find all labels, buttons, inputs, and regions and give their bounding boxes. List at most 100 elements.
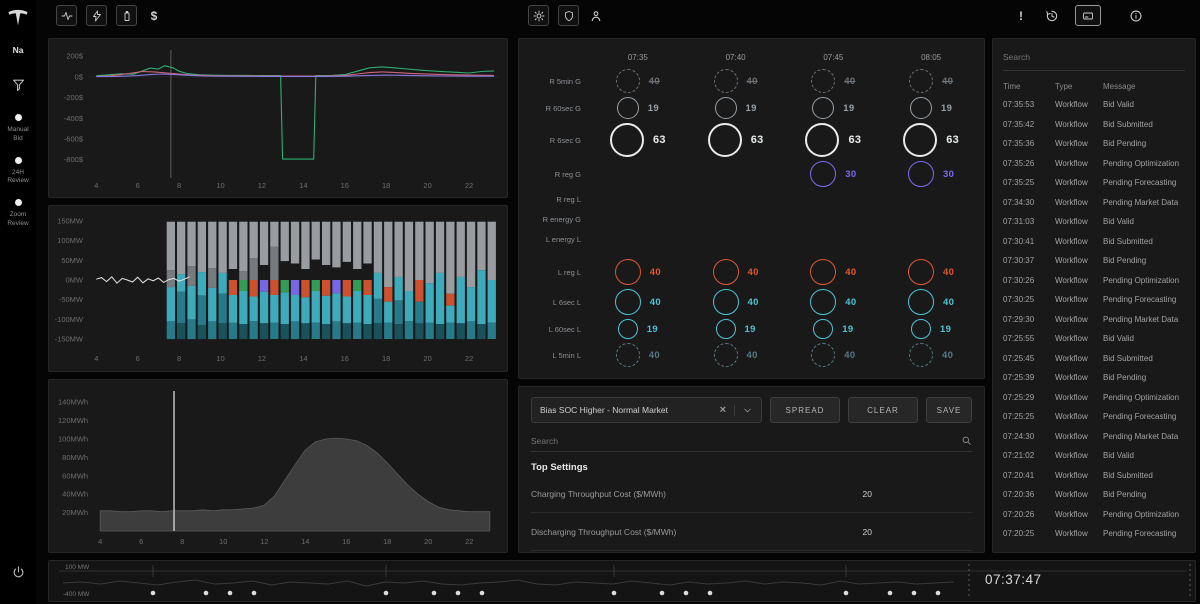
log-row[interactable]: 07:35:26WorkflowPending Optimization <box>1003 154 1185 174</box>
bid-circle-cell[interactable]: 19 <box>785 319 883 339</box>
bid-circle-cell[interactable]: 19 <box>882 319 980 339</box>
bid-circle-cell[interactable]: 40 <box>882 259 980 285</box>
log-row[interactable]: 07:30:25WorkflowPending Forecasting <box>1003 290 1185 310</box>
bid-circle-cell[interactable]: 40 <box>589 343 687 367</box>
setting-value[interactable]: 20 <box>863 489 972 499</box>
svg-text:-200$: -200$ <box>64 93 84 102</box>
soc-chart[interactable]: 140MWh120MWh100MWh80MWh60MWh40MWh20MWh46… <box>52 383 504 549</box>
bid-circle-cell[interactable]: 40 <box>589 289 687 315</box>
bid-circle-cell[interactable]: 63 <box>785 123 883 157</box>
log-row[interactable]: 07:24:30WorkflowPending Market Data <box>1003 427 1185 447</box>
power-icon[interactable] <box>11 565 26 580</box>
log-row[interactable]: 07:35:53WorkflowBid Valid <box>1003 95 1185 115</box>
log-row[interactable]: 07:31:03WorkflowBid Valid <box>1003 212 1185 232</box>
bid-circle-cell[interactable]: 63 <box>882 123 980 157</box>
log-row[interactable]: 07:29:30WorkflowPending Market Data <box>1003 310 1185 330</box>
tesla-logo-icon[interactable] <box>7 6 29 33</box>
mode-radio-manual-bid[interactable]: Manual Bid <box>2 114 34 144</box>
bid-circle-cell[interactable]: 19 <box>785 97 883 119</box>
dollar-icon-button[interactable]: $ <box>146 5 162 26</box>
bid-circle-cell[interactable]: 40 <box>785 343 883 367</box>
user-icon-button[interactable] <box>588 5 604 26</box>
filter-icon[interactable] <box>11 77 26 92</box>
bid-circle-cell[interactable]: 19 <box>589 319 687 339</box>
svg-text:8: 8 <box>177 181 181 190</box>
log-row[interactable]: 07:30:37WorkflowBid Pending <box>1003 251 1185 271</box>
bid-circle-cell[interactable]: 19 <box>687 97 785 119</box>
bid-circle-cell[interactable]: 40 <box>882 343 980 367</box>
timeline-panel[interactable]: 100 MW -400 MW 07:37:47 <box>48 560 1196 602</box>
log-column-header[interactable]: Type <box>1055 82 1103 91</box>
log-row[interactable]: 07:30:26WorkflowPending Optimization <box>1003 271 1185 291</box>
settings-search-input[interactable] <box>531 436 961 446</box>
bid-circle-cell[interactable]: 40 <box>785 259 883 285</box>
radio-dot-icon[interactable] <box>15 157 22 164</box>
power-chart-panel: 150MW100MW50MW0MW-50MW-100MW-150MW468101… <box>48 205 508 372</box>
spread-button[interactable]: SPREAD <box>770 397 840 423</box>
clear-button[interactable]: CLEAR <box>848 397 918 423</box>
log-row[interactable]: 07:21:02WorkflowBid Valid <box>1003 446 1185 466</box>
bid-circle-cell[interactable]: 40 <box>687 69 785 93</box>
preset-dropdown[interactable]: Bias SOC Higher - Normal Market × <box>531 397 762 423</box>
clear-preset-icon[interactable]: × <box>720 404 726 416</box>
log-row[interactable]: 07:20:36WorkflowBid Pending <box>1003 485 1185 505</box>
setting-row[interactable]: Charging Throughput Cost ($/MWh)20 <box>531 475 972 513</box>
log-row[interactable]: 07:25:39WorkflowBid Pending <box>1003 368 1185 388</box>
log-row[interactable]: 07:30:41WorkflowBid Submitted <box>1003 232 1185 252</box>
shield-icon-button[interactable] <box>558 5 579 26</box>
bid-row: L 6sec L40404040 <box>527 287 980 317</box>
setting-row[interactable]: Discharging Throughput Cost ($/MWh)20 <box>531 513 972 551</box>
log-row[interactable]: 07:20:26WorkflowPending Optimization <box>1003 505 1185 525</box>
bid-circle-cell[interactable]: 19 <box>687 319 785 339</box>
alert-icon-button[interactable]: ! <box>1013 5 1029 26</box>
log-row[interactable]: 07:25:55WorkflowBid Valid <box>1003 329 1185 349</box>
setting-value[interactable]: 20 <box>863 527 972 537</box>
log-row[interactable]: 07:25:25WorkflowPending Forecasting <box>1003 407 1185 427</box>
bid-circle-cell[interactable]: 40 <box>785 289 883 315</box>
price-chart[interactable]: 200$0$-200$-400$-600$-800$46810121416182… <box>52 42 504 194</box>
bid-circle-cell[interactable]: 40 <box>882 69 980 93</box>
log-search-input[interactable] <box>1003 52 1114 62</box>
radio-dot-icon[interactable] <box>15 114 22 121</box>
log-row[interactable]: 07:20:25WorkflowPending Forecasting <box>1003 524 1185 544</box>
bid-circle-icon <box>909 343 933 367</box>
bid-circle-cell[interactable]: 19 <box>882 97 980 119</box>
log-row[interactable]: 07:25:29WorkflowPending Optimization <box>1003 388 1185 408</box>
bid-circle-cell[interactable]: 40 <box>687 343 785 367</box>
log-row[interactable]: 07:35:36WorkflowBid Pending <box>1003 134 1185 154</box>
log-column-header[interactable]: Time <box>1003 82 1055 91</box>
mode-radio-zoom-review[interactable]: Zoom Review <box>2 199 34 229</box>
log-row[interactable]: 07:34:30WorkflowPending Market Data <box>1003 193 1185 213</box>
bid-circle-cell[interactable]: 40 <box>882 289 980 315</box>
log-row[interactable]: 07:35:25WorkflowPending Forecasting <box>1003 173 1185 193</box>
bid-circle-cell[interactable]: 63 <box>589 123 687 157</box>
bid-circle-cell[interactable]: 63 <box>687 123 785 157</box>
timeline-max-label: 100 MW <box>65 564 89 571</box>
bid-circle-cell[interactable]: 40 <box>687 289 785 315</box>
bid-circle-cell[interactable]: 40 <box>785 69 883 93</box>
bid-circle-cell[interactable]: 30 <box>785 161 883 187</box>
log-row[interactable]: 07:20:41WorkflowBid Submitted <box>1003 466 1185 486</box>
history-icon-button[interactable] <box>1044 5 1060 26</box>
bid-circle-cell[interactable]: 40 <box>589 259 687 285</box>
bid-circle-cell[interactable]: 40 <box>589 69 687 93</box>
log-row[interactable]: 07:35:42WorkflowBid Submitted <box>1003 115 1185 135</box>
svg-text:18: 18 <box>383 537 391 546</box>
save-button[interactable]: SAVE <box>926 397 972 423</box>
log-column-header[interactable]: Message <box>1103 82 1185 91</box>
radio-dot-icon[interactable] <box>15 199 22 206</box>
battery-icon-button[interactable] <box>116 5 137 26</box>
sun-icon-button[interactable] <box>528 5 549 26</box>
activity-icon-button[interactable] <box>56 5 77 26</box>
bid-value: 40 <box>942 350 953 361</box>
bid-circle-cell[interactable]: 30 <box>882 161 980 187</box>
info-icon-button[interactable] <box>1128 5 1144 26</box>
power-dispatch-chart[interactable]: 150MW100MW50MW0MW-50MW-100MW-150MW468101… <box>52 209 504 368</box>
lightning-icon-button[interactable] <box>86 5 107 26</box>
card-icon-button[interactable] <box>1075 5 1101 26</box>
mode-radio-24h-review[interactable]: 24H Review <box>2 157 34 187</box>
chevron-down-icon[interactable] <box>734 405 753 416</box>
bid-circle-cell[interactable]: 19 <box>589 97 687 119</box>
log-row[interactable]: 07:25:45WorkflowBid Submitted <box>1003 349 1185 369</box>
bid-circle-cell[interactable]: 40 <box>687 259 785 285</box>
